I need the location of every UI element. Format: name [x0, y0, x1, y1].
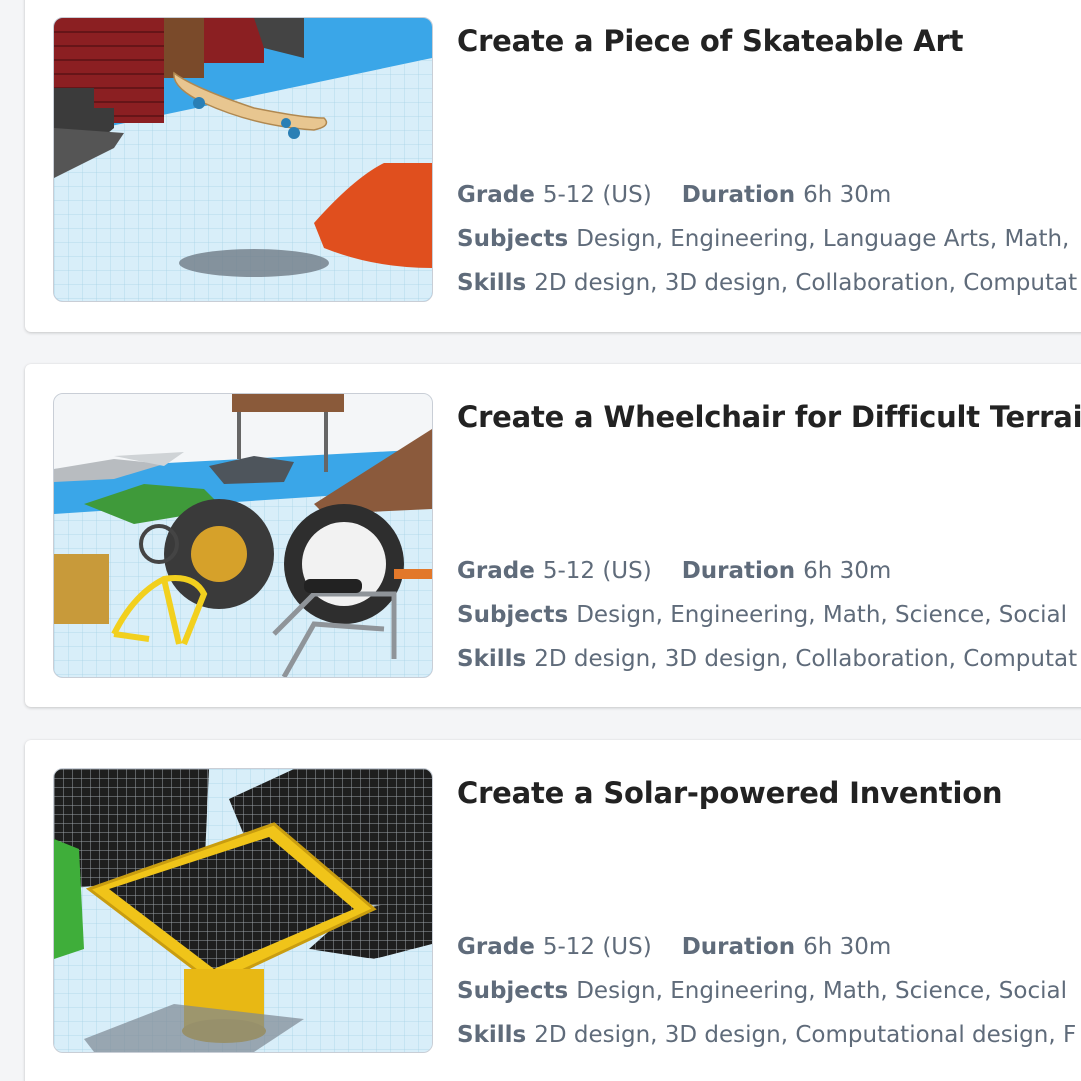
- lesson-thumbnail-wheelchair[interactable]: [53, 393, 433, 678]
- grade-label: Grade: [457, 934, 535, 960]
- grade-value: 5-12 (US): [542, 182, 652, 208]
- grade-value: 5-12 (US): [542, 934, 652, 960]
- lesson-card[interactable]: Create a Solar-powered Invention Grade 5-…: [25, 740, 1081, 1081]
- grade-duration-row: Grade 5-12 (US) Duration 6h 30m: [457, 182, 891, 208]
- lesson-title[interactable]: Create a Solar-powered Invention: [457, 776, 1003, 810]
- lesson-card[interactable]: Create a Piece of Skateable Art Grade 5-1…: [25, 0, 1081, 332]
- lesson-thumbnail-solar-invention[interactable]: [53, 768, 433, 1053]
- grade-duration-row: Grade 5-12 (US) Duration 6h 30m: [457, 934, 891, 960]
- subjects-value: Design, Engineering, Math, Science, Soci…: [576, 978, 1068, 1004]
- skills-value: 2D design, 3D design, Collaboration, Com…: [534, 646, 1078, 672]
- duration-value: 6h 30m: [803, 182, 892, 208]
- grade-duration-row: Grade 5-12 (US) Duration 6h 30m: [457, 558, 891, 584]
- skills-row: Skills 2D design, 3D design, Collaboratio…: [457, 270, 1077, 296]
- subjects-value: Design, Engineering, Language Arts, Math…: [576, 226, 1070, 252]
- lesson-list: Create a Piece of Skateable Art Grade 5-1…: [0, 0, 1081, 1081]
- grade-value: 5-12 (US): [542, 558, 652, 584]
- subjects-row: Subjects Design, Engineering, Math, Scien…: [457, 602, 1067, 628]
- subjects-label: Subjects: [457, 226, 569, 252]
- skills-label: Skills: [457, 270, 527, 296]
- skateboard-scene-image: [54, 18, 432, 301]
- duration-label: Duration: [681, 558, 796, 584]
- lesson-card[interactable]: Create a Wheelchair for Difficult Terrai…: [25, 364, 1081, 707]
- grade-label: Grade: [457, 182, 535, 208]
- lesson-title[interactable]: Create a Piece of Skateable Art: [457, 24, 963, 58]
- solar-panel-scene-image: [54, 769, 432, 1052]
- lesson-thumbnail-skateable-art[interactable]: [53, 17, 433, 302]
- subjects-row: Subjects Design, Engineering, Math, Scien…: [457, 978, 1067, 1004]
- duration-label: Duration: [681, 934, 796, 960]
- skills-row: Skills 2D design, 3D design, Computationa…: [457, 1022, 1076, 1048]
- skills-label: Skills: [457, 646, 527, 672]
- skills-label: Skills: [457, 1022, 527, 1048]
- subjects-value: Design, Engineering, Math, Science, Soci…: [576, 602, 1068, 628]
- skills-value: 2D design, 3D design, Collaboration, Com…: [534, 270, 1078, 296]
- grade-label: Grade: [457, 558, 535, 584]
- duration-value: 6h 30m: [803, 934, 892, 960]
- skills-value: 2D design, 3D design, Computational desi…: [534, 1022, 1077, 1048]
- skills-row: Skills 2D design, 3D design, Collaboratio…: [457, 646, 1077, 672]
- subjects-row: Subjects Design, Engineering, Language Ar…: [457, 226, 1069, 252]
- duration-value: 6h 30m: [803, 558, 892, 584]
- wheelchair-scene-image: [54, 394, 432, 677]
- subjects-label: Subjects: [457, 978, 569, 1004]
- duration-label: Duration: [681, 182, 796, 208]
- subjects-label: Subjects: [457, 602, 569, 628]
- lesson-title[interactable]: Create a Wheelchair for Difficult Terrai…: [457, 400, 1081, 434]
